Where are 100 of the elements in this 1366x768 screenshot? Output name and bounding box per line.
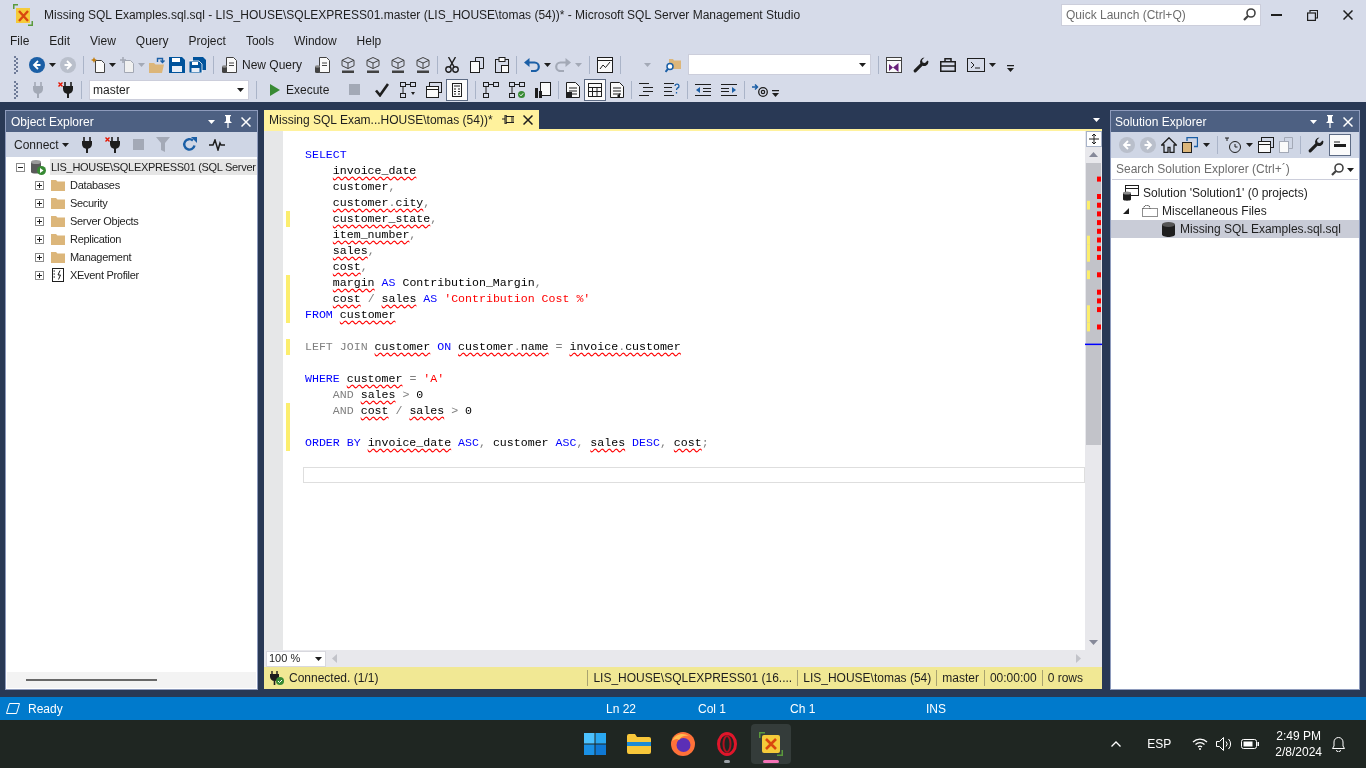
search-icon[interactable]	[1243, 8, 1256, 21]
expand-icon[interactable]	[35, 270, 44, 280]
preview-toggle-icon[interactable]	[1329, 134, 1351, 156]
document-database-icon[interactable]	[315, 56, 331, 73]
check-icon[interactable]	[375, 82, 390, 97]
tree-row[interactable]: Missing SQL Examples.sql.sql	[1111, 220, 1359, 238]
text-lines-icon[interactable]	[664, 82, 681, 97]
caret-icon[interactable]	[1246, 143, 1253, 147]
tree-item[interactable]: LIS_HOUSE\SQLEXPRESS01 (SQL Server	[50, 158, 257, 176]
close-icon[interactable]	[1343, 10, 1353, 20]
cut-icon[interactable]	[445, 56, 460, 73]
pin-icon[interactable]	[501, 115, 514, 124]
text-page-icon[interactable]	[566, 81, 581, 98]
caret-icon[interactable]	[208, 119, 215, 124]
save-icon[interactable]	[169, 56, 185, 73]
caret-icon[interactable]	[1347, 167, 1354, 172]
plug-icon[interactable]	[58, 81, 74, 98]
clock-icon[interactable]	[1225, 137, 1241, 153]
terminal-icon[interactable]	[967, 57, 986, 72]
horizontal-scrollbar[interactable]	[7, 672, 256, 688]
cube-icon[interactable]	[391, 56, 406, 73]
cube-icon[interactable]	[416, 56, 431, 73]
cube-icon[interactable]	[341, 56, 356, 73]
expand-icon[interactable]	[35, 216, 44, 226]
overflow-icon[interactable]	[1007, 65, 1015, 72]
scrollbar-thumb[interactable]	[26, 679, 157, 681]
caret-icon[interactable]	[1310, 119, 1317, 124]
back-icon[interactable]	[29, 56, 45, 73]
caret-icon[interactable]	[49, 62, 56, 67]
language-indicator[interactable]: ESP	[1147, 735, 1172, 753]
cube-icon[interactable]	[366, 56, 381, 73]
menu-item[interactable]: Tools	[235, 32, 284, 50]
scroll-down-icon[interactable]	[1089, 640, 1098, 645]
outdent-icon[interactable]	[695, 83, 712, 96]
connect-button[interactable]: Connect	[14, 135, 69, 154]
caret-icon[interactable]	[859, 62, 867, 67]
save-all-icon[interactable]	[189, 56, 206, 73]
zoom-dropdown[interactable]: 100 %	[266, 650, 326, 667]
flame-globe-icon[interactable]	[671, 732, 695, 756]
database-dropdown[interactable]: master	[89, 79, 249, 100]
scroll-up-icon[interactable]	[1089, 152, 1098, 157]
window-stack-icon[interactable]	[1258, 137, 1274, 153]
plug-icon[interactable]	[104, 136, 121, 153]
wrench-icon[interactable]	[1308, 137, 1324, 153]
restore-icon[interactable]	[1307, 9, 1318, 21]
execute-button[interactable]: Execute	[268, 80, 332, 99]
tree-item[interactable]: Management	[69, 248, 133, 266]
open-folder-icon[interactable]	[149, 56, 165, 73]
expand-icon[interactable]	[35, 198, 44, 208]
menu-item[interactable]: File	[0, 32, 40, 50]
expand-icon[interactable]	[35, 252, 44, 262]
tree-row[interactable]: Solution 'Solution1' (0 projects)	[1111, 184, 1359, 202]
chart-page-icon[interactable]	[535, 81, 552, 98]
app-icon[interactable]	[759, 732, 783, 756]
tree-item[interactable]: Databases	[69, 176, 121, 194]
pin-icon[interactable]	[223, 115, 233, 128]
plug-icon[interactable]	[80, 136, 93, 153]
expanded-arrow-icon[interactable]	[1123, 208, 1129, 214]
expand-icon[interactable]	[35, 180, 44, 190]
collapse-icon[interactable]	[16, 162, 25, 172]
window-icon[interactable]	[886, 56, 903, 73]
refresh-icon[interactable]	[181, 137, 197, 152]
expand-icon[interactable]	[35, 234, 44, 244]
tree-row[interactable]: Miscellaneous Files	[1111, 202, 1359, 220]
chevron-up-icon[interactable]	[1111, 741, 1122, 747]
menu-item[interactable]: Project	[178, 32, 236, 50]
overflow-icon[interactable]	[772, 90, 780, 97]
battery-icon[interactable]	[1241, 739, 1260, 749]
calculator-icon[interactable]	[446, 78, 469, 101]
toolbox-icon[interactable]	[940, 57, 957, 72]
window-swap-icon[interactable]	[1182, 137, 1198, 153]
document-database-icon[interactable]	[222, 56, 237, 73]
pulse-icon[interactable]	[208, 138, 225, 151]
page-export-icon[interactable]	[610, 81, 625, 98]
ring-icon[interactable]	[717, 732, 737, 756]
new-query-button[interactable]: New Query	[221, 55, 304, 74]
caret-icon[interactable]	[989, 62, 997, 67]
window-chart-icon[interactable]	[597, 56, 614, 73]
caret-icon[interactable]	[315, 656, 322, 661]
new-document-icon[interactable]	[91, 56, 105, 73]
quick-launch-field[interactable]: Quick Launch (Ctrl+Q)	[1061, 4, 1261, 26]
caret-icon[interactable]	[61, 142, 69, 147]
undo-icon[interactable]	[524, 57, 541, 72]
tree-item[interactable]: XEvent Profiler	[69, 266, 140, 284]
speaker-icon[interactable]	[1216, 737, 1233, 751]
folder-icon[interactable]	[627, 734, 651, 754]
flow-diagram-icon[interactable]	[400, 81, 417, 98]
grip-handle-icon[interactable]	[14, 55, 18, 74]
caret-icon[interactable]	[544, 62, 552, 67]
bell-icon[interactable]	[1332, 736, 1345, 752]
wrench-icon[interactable]	[913, 56, 930, 73]
grip-handle-icon[interactable]	[14, 80, 18, 99]
menu-item[interactable]: View	[80, 32, 126, 50]
window-stack-icon[interactable]	[426, 81, 443, 98]
copy-icon[interactable]	[470, 56, 485, 73]
close-icon[interactable]	[522, 114, 533, 125]
flow-diagram-icon[interactable]	[509, 81, 526, 98]
caret-icon[interactable]	[109, 62, 116, 67]
caret-icon[interactable]	[1093, 117, 1100, 122]
home-icon[interactable]	[1161, 137, 1177, 153]
